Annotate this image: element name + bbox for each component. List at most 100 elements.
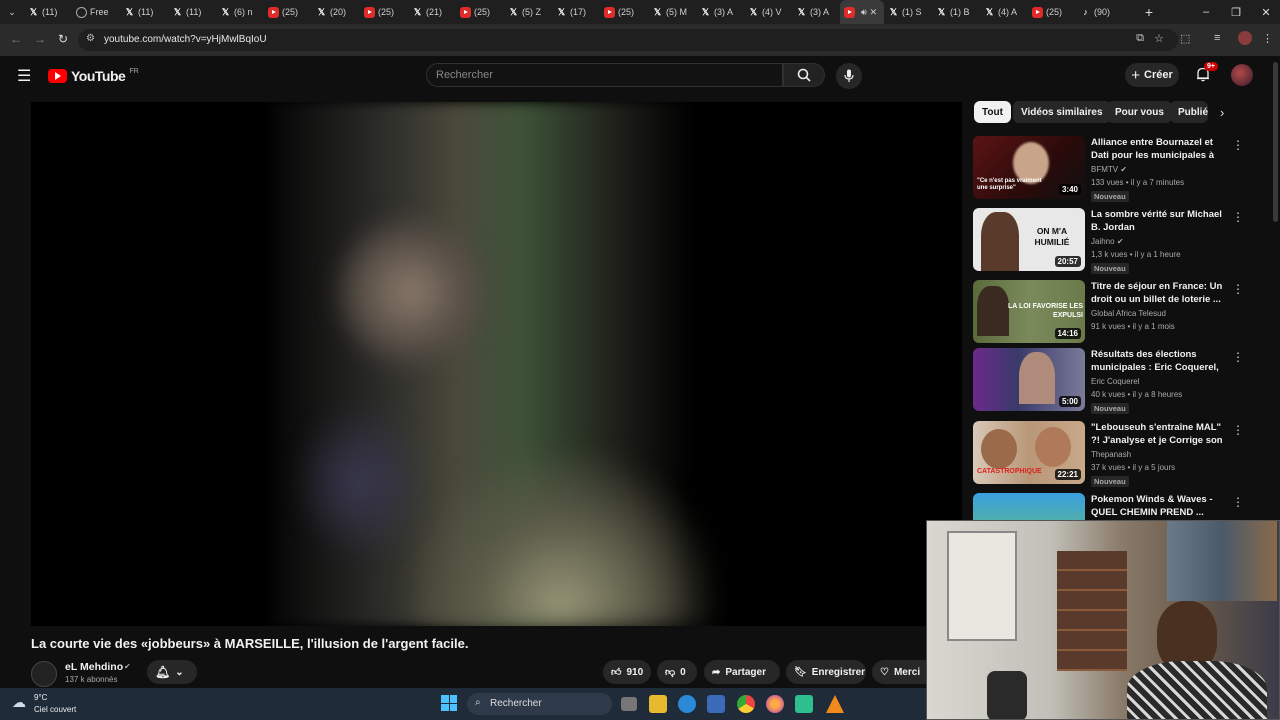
- browser-tab[interactable]: 𝕏 (6) n: [216, 0, 264, 24]
- search-button[interactable]: [783, 63, 825, 87]
- tab-label: (4) A: [998, 7, 1018, 17]
- browser-tab[interactable]: 𝕏 (4) V: [744, 0, 792, 24]
- notifications-button[interactable]: 9+: [1195, 62, 1218, 87]
- thumbs-up-icon: 👍︎: [611, 667, 622, 678]
- firefox-icon[interactable]: [766, 695, 784, 713]
- browser-tab[interactable]: 𝕏 (21): [408, 0, 456, 24]
- chip-similar[interactable]: Vidéos similaires: [1013, 101, 1111, 123]
- edge-icon[interactable]: [678, 695, 696, 713]
- browser-tab[interactable]: 𝕏 (11): [168, 0, 216, 24]
- like-button[interactable]: 👍︎ 910: [603, 660, 651, 684]
- back-arrow-icon[interactable]: ←: [10, 32, 22, 46]
- video-player[interactable]: [31, 102, 962, 626]
- browser-tab[interactable]: 𝕏 (11): [24, 0, 72, 24]
- speaker-icon[interactable]: 🔊︎: [861, 7, 867, 18]
- chips-next-chevron-icon[interactable]: ›: [1220, 105, 1224, 120]
- browser-tab[interactable]: Free: [72, 0, 120, 24]
- chrome-icon[interactable]: [737, 695, 755, 713]
- close-window-button[interactable]: ✕: [1251, 0, 1280, 24]
- browser-tab[interactable]: 𝕏 (4) A: [980, 0, 1028, 24]
- install-app-icon[interactable]: ⧉: [1136, 32, 1144, 45]
- browser-tab[interactable]: (25): [600, 0, 648, 24]
- browser-tab[interactable]: 𝕏 (11): [120, 0, 168, 24]
- tab-search-chevron-icon[interactable]: ⌄: [0, 0, 24, 24]
- more-options-icon[interactable]: ⋮: [1232, 423, 1244, 437]
- store-icon[interactable]: [707, 695, 725, 713]
- subscription-bell-button[interactable]: 🔔︎ ⌄: [147, 660, 197, 684]
- chip-published[interactable]: Publié: [1170, 101, 1208, 123]
- minimize-button[interactable]: –: [1191, 0, 1221, 24]
- browser-tab[interactable]: 𝕏 (5) M: [648, 0, 696, 24]
- site-info-icon[interactable]: ⚙: [86, 33, 95, 44]
- browser-tab[interactable]: ♪ (90): [1076, 0, 1124, 24]
- windows-start-icon[interactable]: [441, 695, 457, 711]
- scrollbar[interactable]: [1273, 62, 1278, 222]
- recommendation-item[interactable]: LA LOI FAVORISE LES EXPULSI 14:16 Titre …: [973, 280, 1253, 346]
- browser-tab[interactable]: (25): [264, 0, 312, 24]
- restore-button[interactable]: ❐: [1221, 0, 1251, 24]
- extensions-icon[interactable]: ⬚: [1180, 32, 1190, 45]
- browser-tab[interactable]: 𝕏 (1) S: [884, 0, 932, 24]
- account-avatar[interactable]: [1231, 64, 1253, 86]
- share-button[interactable]: ➦ Partager: [704, 660, 780, 684]
- browser-tab[interactable]: 𝕏 (20): [312, 0, 360, 24]
- youtube-logo-text: YouTube: [71, 68, 126, 84]
- recommendation-item[interactable]: 5:00 Résultats des élections municipales…: [973, 348, 1253, 414]
- browser-tab[interactable]: (25): [456, 0, 504, 24]
- browser-tab[interactable]: 🔊︎ ✕: [840, 0, 884, 24]
- browser-tab[interactable]: (25): [1028, 0, 1076, 24]
- verified-check-icon: ✔: [124, 662, 131, 671]
- duration-badge: 22:21: [1054, 469, 1081, 480]
- browser-tab[interactable]: 𝕏 (17): [552, 0, 600, 24]
- url-bar[interactable]: ⚙ youtube.com/watch?v=yHjMwlBqIoU ⧉ ☆: [78, 29, 1178, 51]
- dislike-button[interactable]: 👎︎ 0: [657, 660, 697, 684]
- x-logo-icon: 𝕏: [125, 6, 134, 17]
- recommendation-item[interactable]: "Ce n'est pas vraiment une surprise" 3:4…: [973, 136, 1253, 202]
- more-options-icon[interactable]: ⋮: [1232, 210, 1244, 224]
- recommendation-item[interactable]: CATASTROPHIQUE 22:21 "Lebouseuh s'entraî…: [973, 421, 1253, 487]
- media-control-icon[interactable]: ≡: [1214, 32, 1220, 44]
- browser-tab[interactable]: 𝕏 (3) A: [792, 0, 840, 24]
- chip-for-you[interactable]: Pour vous: [1107, 101, 1172, 123]
- thanks-button[interactable]: ♡ Merci: [872, 660, 926, 684]
- profile-avatar[interactable]: [1238, 31, 1252, 45]
- reload-icon[interactable]: ↻: [58, 32, 68, 46]
- channel-avatar[interactable]: [31, 661, 57, 687]
- more-options-icon[interactable]: ⋮: [1232, 495, 1244, 509]
- save-button[interactable]: 🔖︎ Enregistrer: [786, 660, 866, 684]
- weather-cloud-icon: ☁: [12, 694, 26, 710]
- vlc-icon[interactable]: [826, 695, 844, 713]
- app-icon[interactable]: [795, 695, 813, 713]
- tab-label: (90): [1094, 7, 1111, 17]
- more-options-icon[interactable]: ⋮: [1232, 350, 1244, 364]
- taskbar-search[interactable]: ⌕ Rechercher: [467, 693, 612, 715]
- more-options-icon[interactable]: ⋮: [1232, 282, 1244, 296]
- voice-search-button[interactable]: [836, 63, 862, 89]
- task-view-icon[interactable]: [621, 697, 637, 711]
- new-tab-button[interactable]: +: [1134, 0, 1164, 24]
- chip-all[interactable]: Tout: [974, 101, 1011, 123]
- youtube-logo[interactable]: YouTube FR: [48, 68, 139, 84]
- file-explorer-icon[interactable]: [649, 695, 667, 713]
- recommendation-item[interactable]: Pokemon Winds & Waves - QUEL CHEMIN PREN…: [973, 493, 1253, 520]
- bookshelf-shape: [1057, 551, 1127, 671]
- forward-arrow-icon[interactable]: →: [34, 32, 46, 46]
- channel-name[interactable]: eL Mehdino: [65, 661, 123, 673]
- bookmark-star-icon[interactable]: ☆: [1154, 32, 1164, 45]
- x-logo-icon: 𝕏: [701, 6, 710, 17]
- search-input[interactable]: Rechercher: [426, 63, 783, 87]
- tab-label: (25): [282, 7, 299, 17]
- close-tab-icon[interactable]: ✕: [870, 7, 878, 18]
- video-subject-blur: [331, 212, 491, 372]
- recommendation-item[interactable]: ON M'A HUMILIÉ 20:57 La sombre vérité su…: [973, 208, 1253, 274]
- browser-tab[interactable]: 𝕏 (3) A: [696, 0, 744, 24]
- browser-tab[interactable]: 𝕏 (5) Z: [504, 0, 552, 24]
- more-options-icon[interactable]: ⋮: [1232, 138, 1244, 152]
- create-button[interactable]: + Créer: [1125, 63, 1179, 87]
- youtube-icon: [364, 6, 375, 18]
- browser-tab[interactable]: 𝕏 (1) B: [932, 0, 980, 24]
- chrome-menu-icon[interactable]: ⋮: [1262, 32, 1273, 45]
- recommendation-channel: Global Africa Telesud: [1091, 309, 1167, 318]
- browser-tab[interactable]: (25): [360, 0, 408, 24]
- hamburger-menu-icon[interactable]: ☰: [17, 66, 31, 86]
